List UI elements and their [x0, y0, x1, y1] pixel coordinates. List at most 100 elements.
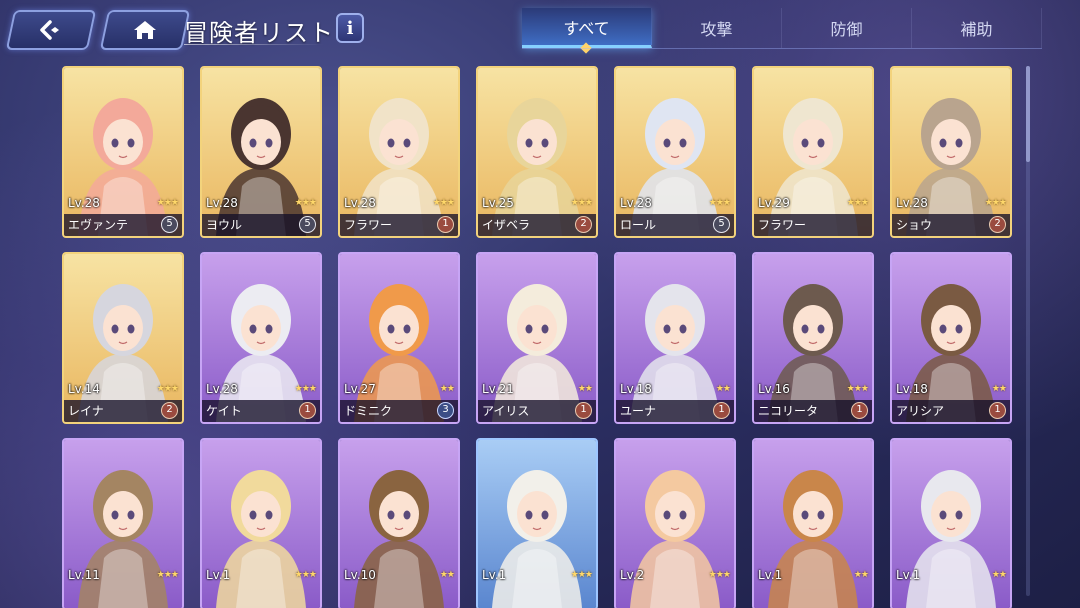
character-card[interactable]: Lv.14 ★★★ レイナ 2	[62, 252, 184, 424]
filter-tabs: すべて 攻撃 防御 補助	[522, 8, 1042, 48]
back-arrow-icon	[36, 19, 66, 41]
character-portrait	[340, 440, 458, 608]
card-stars: ★★★	[846, 384, 869, 394]
card-level: Lv.14	[68, 382, 100, 396]
card-level: Lv.11	[68, 568, 100, 582]
character-card[interactable]: Lv.28 ★★★ エヴァンテ 5	[62, 66, 184, 238]
character-card[interactable]: Lv.11 ★★★	[62, 438, 184, 608]
character-portrait	[64, 440, 182, 608]
card-level: Lv.10	[344, 568, 376, 582]
header: 冒険者リスト i すべて 攻撃 防御 補助	[0, 0, 1080, 60]
card-level: Lv.28	[206, 382, 238, 396]
character-portrait	[202, 254, 320, 422]
character-card[interactable]: Lv.28 ★★★ ヨウル 5	[200, 66, 322, 238]
character-card[interactable]: Lv.1 ★★	[752, 438, 874, 608]
card-rank-badge: 5	[161, 216, 178, 233]
character-portrait	[616, 254, 734, 422]
card-rank-badge: 5	[713, 216, 730, 233]
card-stars: ★★	[991, 384, 1007, 394]
character-card[interactable]: Lv.28 ★★★ ショウ 2	[890, 66, 1012, 238]
character-portrait	[616, 440, 734, 608]
tab-all[interactable]: すべて	[522, 8, 652, 48]
card-rank-badge: 2	[989, 216, 1006, 233]
card-level: Lv.1	[206, 568, 231, 582]
character-card[interactable]: Lv.28 ★★★ ケイト 1	[200, 252, 322, 424]
card-stars: ★★★	[708, 198, 731, 208]
card-rank-badge: 1	[989, 402, 1006, 419]
character-card[interactable]: Lv.18 ★★ ユーナ 1	[614, 252, 736, 424]
character-portrait	[64, 254, 182, 422]
card-rank-badge: 2	[161, 402, 178, 419]
character-portrait	[202, 68, 320, 236]
scroll-thumb[interactable]	[1026, 66, 1030, 162]
title-underline	[184, 44, 324, 45]
character-card[interactable]: Lv.1 ★★★	[476, 438, 598, 608]
adventurer-grid: Lv.28 ★★★ エヴァンテ 5 Lv.28 ★★★ ヨウル 5 Lv.28 ★★★ フラワー 1 L…	[58, 64, 1018, 608]
character-card[interactable]: Lv.29 ★★★ フラワー	[752, 66, 874, 238]
info-button[interactable]: i	[336, 13, 364, 43]
card-level: Lv.18	[896, 382, 928, 396]
card-stars: ★★	[439, 570, 455, 580]
character-portrait	[64, 68, 182, 236]
card-rank-badge: 5	[299, 216, 316, 233]
card-rank-badge: 2	[575, 216, 592, 233]
card-level: Lv.1	[758, 568, 783, 582]
character-card[interactable]: Lv.25 ★★★ イザベラ 2	[476, 66, 598, 238]
card-stars: ★★	[853, 570, 869, 580]
card-stars: ★★★	[432, 198, 455, 208]
card-stars: ★★★	[156, 570, 179, 580]
card-level: Lv.28	[344, 196, 376, 210]
character-portrait	[340, 68, 458, 236]
character-portrait	[754, 68, 872, 236]
character-portrait	[340, 254, 458, 422]
character-portrait	[892, 254, 1010, 422]
card-level: Lv.1	[896, 568, 921, 582]
character-card[interactable]: Lv.10 ★★	[338, 438, 460, 608]
card-stars: ★★★	[984, 198, 1007, 208]
card-level: Lv.2	[620, 568, 645, 582]
card-level: Lv.25	[482, 196, 514, 210]
card-level: Lv.29	[758, 196, 790, 210]
tabs-divider	[522, 48, 1042, 49]
card-level: Lv.28	[68, 196, 100, 210]
card-stars: ★★★	[570, 198, 593, 208]
character-card[interactable]: Lv.27 ★★ ドミニク 3	[338, 252, 460, 424]
card-level: Lv.16	[758, 382, 790, 396]
card-stars: ★★	[577, 384, 593, 394]
character-portrait	[892, 68, 1010, 236]
card-stars: ★★★	[294, 570, 317, 580]
card-level: Lv.18	[620, 382, 652, 396]
character-card[interactable]: Lv.16 ★★★ ニコリータ 1	[752, 252, 874, 424]
character-card[interactable]: Lv.1 ★★	[890, 438, 1012, 608]
character-portrait	[478, 68, 596, 236]
character-portrait	[478, 254, 596, 422]
card-stars: ★★	[439, 384, 455, 394]
character-card[interactable]: Lv.1 ★★★	[200, 438, 322, 608]
character-card[interactable]: Lv.2 ★★★	[614, 438, 736, 608]
character-card[interactable]: Lv.18 ★★ アリシア 1	[890, 252, 1012, 424]
tab-defense[interactable]: 防御	[782, 8, 912, 48]
card-stars: ★★	[991, 570, 1007, 580]
tab-support[interactable]: 補助	[912, 8, 1042, 48]
tab-attack[interactable]: 攻撃	[652, 8, 782, 48]
character-portrait	[202, 440, 320, 608]
card-rank-badge: 1	[437, 216, 454, 233]
home-button[interactable]	[99, 10, 191, 50]
card-rank-badge: 1	[713, 402, 730, 419]
card-level: Lv.1	[482, 568, 507, 582]
character-card[interactable]: Lv.28 ★★★ ロール 5	[614, 66, 736, 238]
character-portrait	[616, 68, 734, 236]
character-card[interactable]: Lv.28 ★★★ フラワー 1	[338, 66, 460, 238]
card-level: Lv.27	[344, 382, 376, 396]
character-portrait	[754, 254, 872, 422]
back-button[interactable]	[5, 10, 97, 50]
card-level: Lv.28	[896, 196, 928, 210]
card-stars: ★★★	[294, 384, 317, 394]
card-rank-badge: 1	[575, 402, 592, 419]
character-card[interactable]: Lv.21 ★★ アイリス 1	[476, 252, 598, 424]
card-stars: ★★★	[156, 198, 179, 208]
card-level: Lv.28	[206, 196, 238, 210]
character-portrait	[754, 440, 872, 608]
scrollbar[interactable]	[1026, 66, 1030, 596]
character-portrait	[892, 440, 1010, 608]
